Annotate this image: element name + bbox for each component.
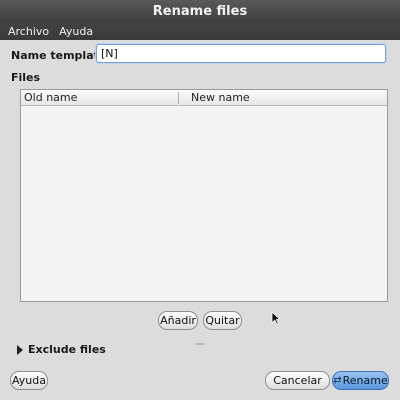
menu-archivo[interactable]: Archivo [3, 25, 54, 38]
expander-arrow-icon [17, 344, 23, 355]
rename-files-dialog: Rename files Archivo Ayuda Name template… [0, 0, 400, 400]
rename-button[interactable]: ⇄ Rename [332, 371, 389, 390]
add-button[interactable]: Añadir [158, 311, 198, 330]
files-table[interactable]: Old name New name [20, 89, 388, 302]
remove-button[interactable]: Quitar [203, 311, 242, 330]
mouse-pointer-icon [271, 311, 281, 325]
rename-icon: ⇄ [333, 375, 342, 386]
menu-ayuda[interactable]: Ayuda [54, 25, 98, 38]
pane-resize-grip-icon[interactable] [196, 335, 206, 345]
column-header-label: New name [191, 91, 250, 104]
rename-button-label: Rename [342, 374, 388, 387]
column-header-new-name[interactable]: New name [179, 90, 387, 106]
column-header-label: Old name [24, 91, 78, 104]
cancel-button[interactable]: Cancelar [265, 371, 330, 390]
exclude-files-label: Exclude files [28, 343, 106, 356]
files-label: Files [11, 71, 41, 84]
title-bar[interactable]: Rename files [0, 0, 400, 22]
menu-bar: Archivo Ayuda [0, 22, 400, 40]
name-template-input[interactable] [96, 44, 386, 63]
exclude-files-expander[interactable]: Exclude files [17, 343, 106, 356]
help-button[interactable]: Ayuda [10, 371, 48, 390]
column-header-old-name[interactable]: Old name [21, 90, 178, 106]
window-title: Rename files [152, 3, 248, 19]
